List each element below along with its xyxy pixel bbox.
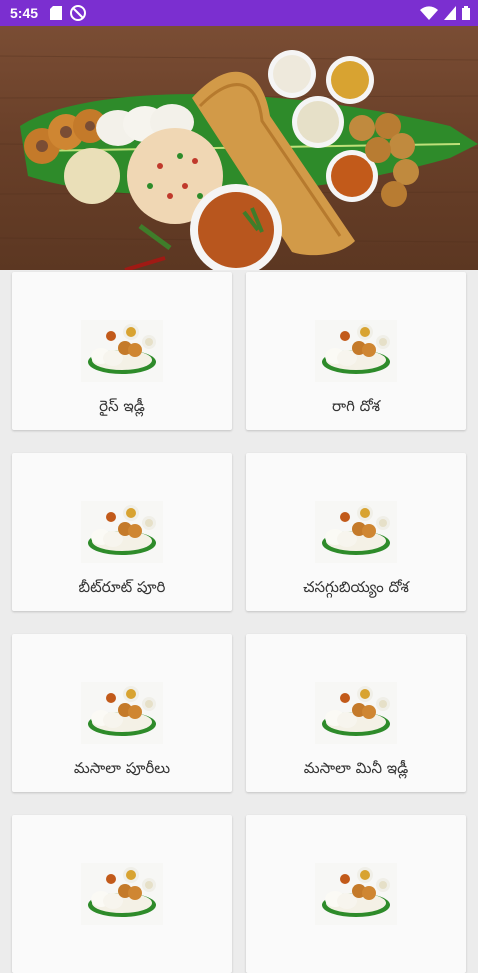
sd-card-icon bbox=[50, 6, 63, 20]
recipe-card-8[interactable] bbox=[246, 815, 466, 973]
recipe-thumbnail-image bbox=[315, 320, 397, 382]
status-bar: 5:45 bbox=[0, 0, 478, 26]
status-time: 5:45 bbox=[10, 5, 39, 21]
recipe-title: బీట్‌రూట్ పూరి bbox=[78, 578, 166, 596]
recipe-title: రాగి దోశ bbox=[332, 397, 380, 415]
hero-banner-image bbox=[0, 26, 478, 270]
recipe-card-6[interactable]: మసాలా మినీ ఇడ్లీ bbox=[246, 634, 466, 792]
recipe-thumbnail-image bbox=[315, 682, 397, 744]
recipe-card-3[interactable]: బీట్‌రూట్ పూరి bbox=[12, 453, 232, 611]
recipe-card-5[interactable]: మసాలా పూరీలు bbox=[12, 634, 232, 792]
recipe-thumbnail-image bbox=[81, 501, 163, 563]
battery-icon bbox=[462, 6, 470, 20]
cellular-signal-icon bbox=[444, 6, 456, 20]
recipe-card-4[interactable]: చసగ్గుబియ్యం దోశ bbox=[246, 453, 466, 611]
recipe-title: మసాలా మినీ ఇడ్లీ bbox=[303, 759, 409, 777]
recipe-thumbnail-image bbox=[315, 501, 397, 563]
do-not-disturb-icon bbox=[70, 5, 87, 21]
recipe-thumbnail-image bbox=[81, 320, 163, 382]
recipe-title: మసాలా పూరీలు bbox=[73, 759, 171, 777]
wifi-icon bbox=[420, 6, 438, 20]
recipe-thumbnail-image bbox=[81, 682, 163, 744]
recipe-title: చసగ్గుబియ్యం దోశ bbox=[303, 578, 409, 596]
recipe-card-7[interactable] bbox=[12, 815, 232, 973]
recipe-card-2[interactable]: రాగి దోశ bbox=[246, 272, 466, 430]
recipe-card-1[interactable]: రైస్ ఇడ్లీ bbox=[12, 272, 232, 430]
recipe-title: రైస్ ఇడ్లీ bbox=[99, 397, 145, 415]
recipe-thumbnail-image bbox=[315, 863, 397, 925]
recipe-thumbnail-image bbox=[81, 863, 163, 925]
